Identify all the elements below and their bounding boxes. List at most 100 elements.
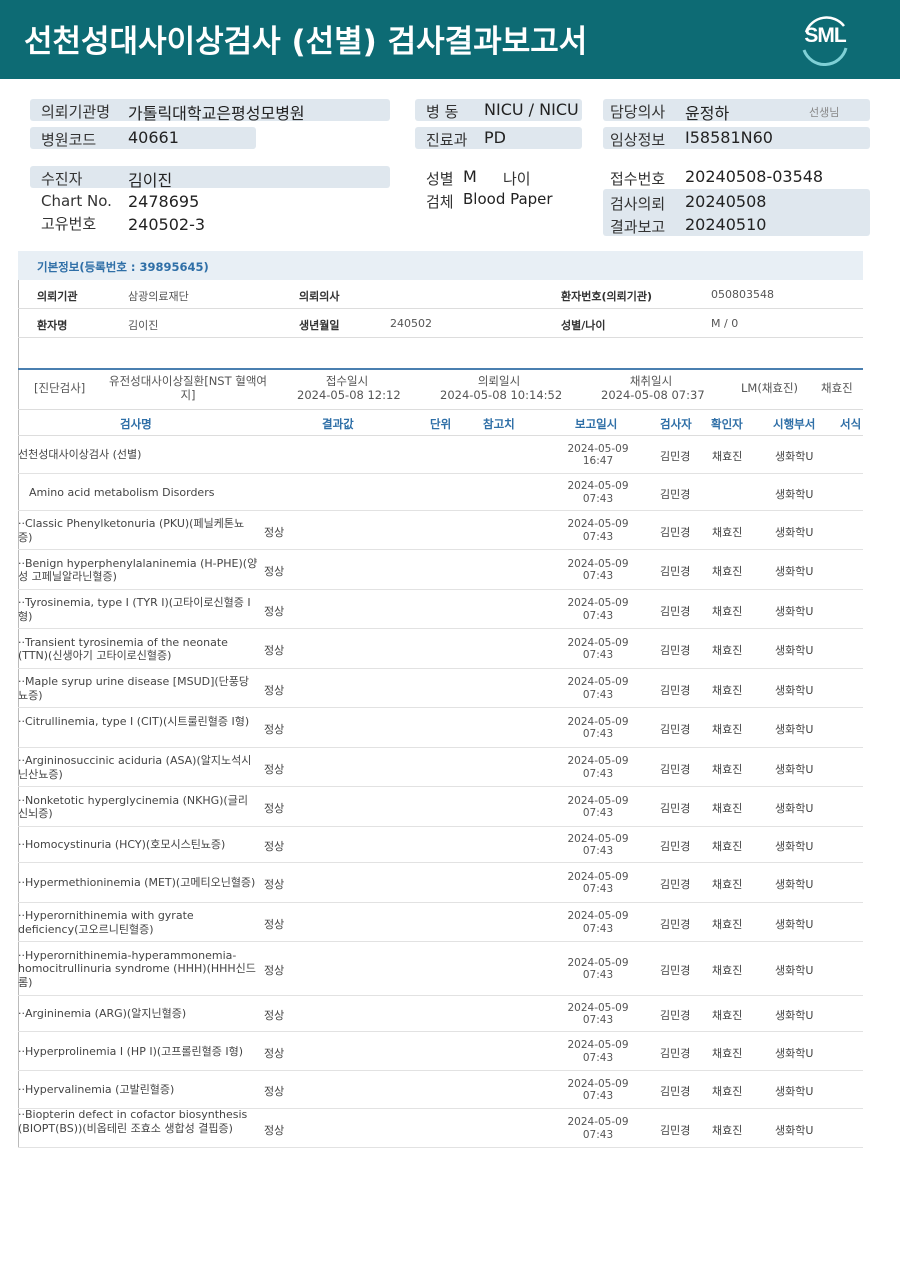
report-datetime: 2024-05-09 07:43	[563, 1116, 633, 1141]
col-header-result: 결과값	[322, 417, 354, 431]
report-datetime: 2024-05-09 07:43	[563, 716, 633, 741]
report-date: 2024-05-09	[567, 910, 629, 922]
report-time: 07:43	[582, 845, 614, 857]
table-row: ··Maple syrup urine disease [MSUD](단풍당뇨증…	[18, 669, 863, 708]
dept: 생화학U	[775, 683, 814, 697]
table-row: ··Hypervalinemia (고발린혈증) 정상 2024-05-09 07:4…	[18, 1071, 863, 1109]
test-result: 정상	[264, 1085, 285, 1098]
report-datetime: 2024-05-09 07:43	[563, 518, 633, 543]
summary-req-label: 의뢰일시	[477, 374, 521, 388]
dept: 생화학U	[775, 604, 814, 618]
checker: 채효진	[712, 1085, 743, 1098]
col-header-date: 보고일시	[575, 417, 618, 431]
test-name: ··Hyperornithinemia-hyperammonemia-homoc…	[18, 948, 256, 989]
tester: 김민경	[660, 802, 691, 815]
sex-value: M	[463, 167, 477, 186]
summary-type: 유전성대사이상질환[NST 혈액여지]	[108, 374, 268, 402]
test-name: ··Hyperornithinemia with gyrate deficien…	[18, 909, 194, 936]
summary-tech: 채효진	[821, 381, 853, 395]
table-row: ··Hypermethioninemia (MET)(고메티오닌혈증) 정상 202…	[18, 863, 863, 903]
birth-value: 240502	[390, 317, 432, 330]
report-datetime: 2024-05-09 07:43	[563, 480, 633, 505]
name-value: 김이진	[128, 319, 159, 332]
report-date: 2024-05-09	[567, 597, 629, 609]
report-time: 07:43	[582, 1051, 614, 1064]
report-date: 2024-05-09	[567, 794, 629, 807]
report-time: 07:43	[582, 649, 614, 661]
dept: 생화학U	[775, 917, 814, 931]
test-name: ··Maple syrup urine disease [MSUD](단풍당뇨증…	[18, 675, 250, 702]
spec-value: Blood Paper	[463, 190, 553, 208]
test-name: ··Benign hyperphenylalaninemia (H-PHE)(양…	[18, 556, 258, 584]
req-label: 검사의뢰	[610, 195, 666, 213]
test-result: 정상	[264, 802, 285, 815]
table-row: ··Transient tyrosinemia of the neonate (…	[18, 629, 863, 669]
checker: 채효진	[712, 525, 743, 539]
report-time: 07:43	[582, 609, 614, 622]
test-result: 정상	[264, 723, 285, 736]
hosp-value: 가톨릭대학교은평성모병원	[128, 104, 305, 123]
report-date: 2024-05-09	[567, 518, 629, 530]
rec-value: 20240508-03548	[685, 167, 824, 186]
checker: 채효진	[712, 802, 743, 815]
test-name: Amino acid metabolism Disorders	[29, 485, 215, 499]
report-datetime: 2024-05-09 07:43	[563, 1039, 633, 1064]
report-time: 07:43	[582, 922, 614, 935]
tester: 김민경	[660, 964, 691, 977]
checker: 채효진	[712, 604, 743, 618]
report-datetime: 2024-05-09 07:43	[563, 558, 633, 583]
summary-col-label: 채취일시	[629, 374, 673, 388]
report-time: 07:43	[582, 807, 614, 819]
sexage-label: 성별/나이	[561, 319, 606, 332]
basic-info-head: 기본정보(등록번호 : 39895645)	[18, 251, 863, 280]
tester: 김민경	[660, 604, 691, 618]
report-datetime: 2024-05-09 07:43	[563, 871, 633, 896]
sex-label: 성별	[426, 170, 454, 188]
dept: 생화학U	[775, 878, 814, 891]
tester: 김민경	[660, 565, 691, 578]
table-row: ··Argininemia (ARG)(알지닌혈증) 정상 2024-05-09 07…	[18, 996, 863, 1032]
checker: 채효진	[712, 964, 743, 977]
report-date: 2024-05-09	[567, 1039, 629, 1051]
table-row: ··Tyrosinemia, type I (TYR I)(고타이로신혈증 I형…	[18, 590, 863, 629]
test-result: 정상	[264, 525, 285, 539]
col-header-ref: 참고치	[483, 417, 515, 431]
summary-col: 2024-05-08 07:37	[601, 388, 705, 402]
table-row: ··Argininosuccinic aciduria (ASA)(알지노석시닌…	[18, 748, 863, 787]
report-title: 선천성대사이상검사 (선별) 검사결과보고서	[24, 24, 588, 60]
dept: 생화학U	[775, 1009, 814, 1022]
report-date: 2024-05-09	[567, 832, 629, 845]
col-header-form: 서식	[840, 417, 862, 431]
report-time: 07:43	[582, 688, 614, 701]
checker: 채효진	[712, 762, 743, 776]
report-date: 2024-05-09	[567, 636, 629, 649]
tester: 김민경	[660, 644, 691, 657]
report-date: 2024-05-09	[567, 715, 629, 728]
test-name: ··Hypermethioninemia (MET)(고메티오닌혈증)	[18, 876, 256, 890]
section-divider	[18, 368, 863, 370]
test-name: ··Tyrosinemia, type I (TYR I)(고타이로신혈증 I형…	[18, 596, 251, 623]
report-datetime: 2024-05-09 07:43	[563, 637, 633, 662]
table-row: ··Hyperprolinemia I (HP I)(고프롤린혈증 I형) 정상 2…	[18, 1032, 863, 1071]
report-date: 2024-05-09	[567, 442, 629, 455]
name-label: 환자명	[37, 319, 68, 332]
dept: 생화학U	[775, 487, 814, 501]
report-date: 2024-05-09	[567, 1077, 629, 1090]
tester: 김민경	[660, 723, 691, 736]
table-row: ··Nonketotic hyperglycinemia (NKHG)(글리신뇌…	[18, 787, 863, 827]
test-name: ··Biopterin defect in cofactor biosynthe…	[18, 1108, 248, 1135]
sml-logo: SML	[796, 12, 854, 66]
chart-label: Chart No.	[41, 192, 112, 210]
report-datetime: 2024-05-09 07:43	[563, 910, 633, 935]
tester: 김민경	[660, 487, 691, 501]
clinic-value: I58581N60	[685, 128, 773, 147]
dept: 생화학U	[775, 1085, 814, 1098]
test-name: ··Nonketotic hyperglycinemia (NKHG)(글리신뇌…	[18, 793, 248, 821]
test-name: ··Hypervalinemia (고발린혈증)	[18, 1083, 175, 1097]
dept-label: 진료과	[426, 131, 468, 149]
dept: 생화학U	[775, 565, 814, 578]
doctor-suffix: 선생님	[809, 106, 840, 119]
divider	[18, 308, 863, 309]
dept: 생화학U	[775, 802, 814, 815]
report-datetime: 2024-05-09 07:43	[563, 795, 633, 820]
